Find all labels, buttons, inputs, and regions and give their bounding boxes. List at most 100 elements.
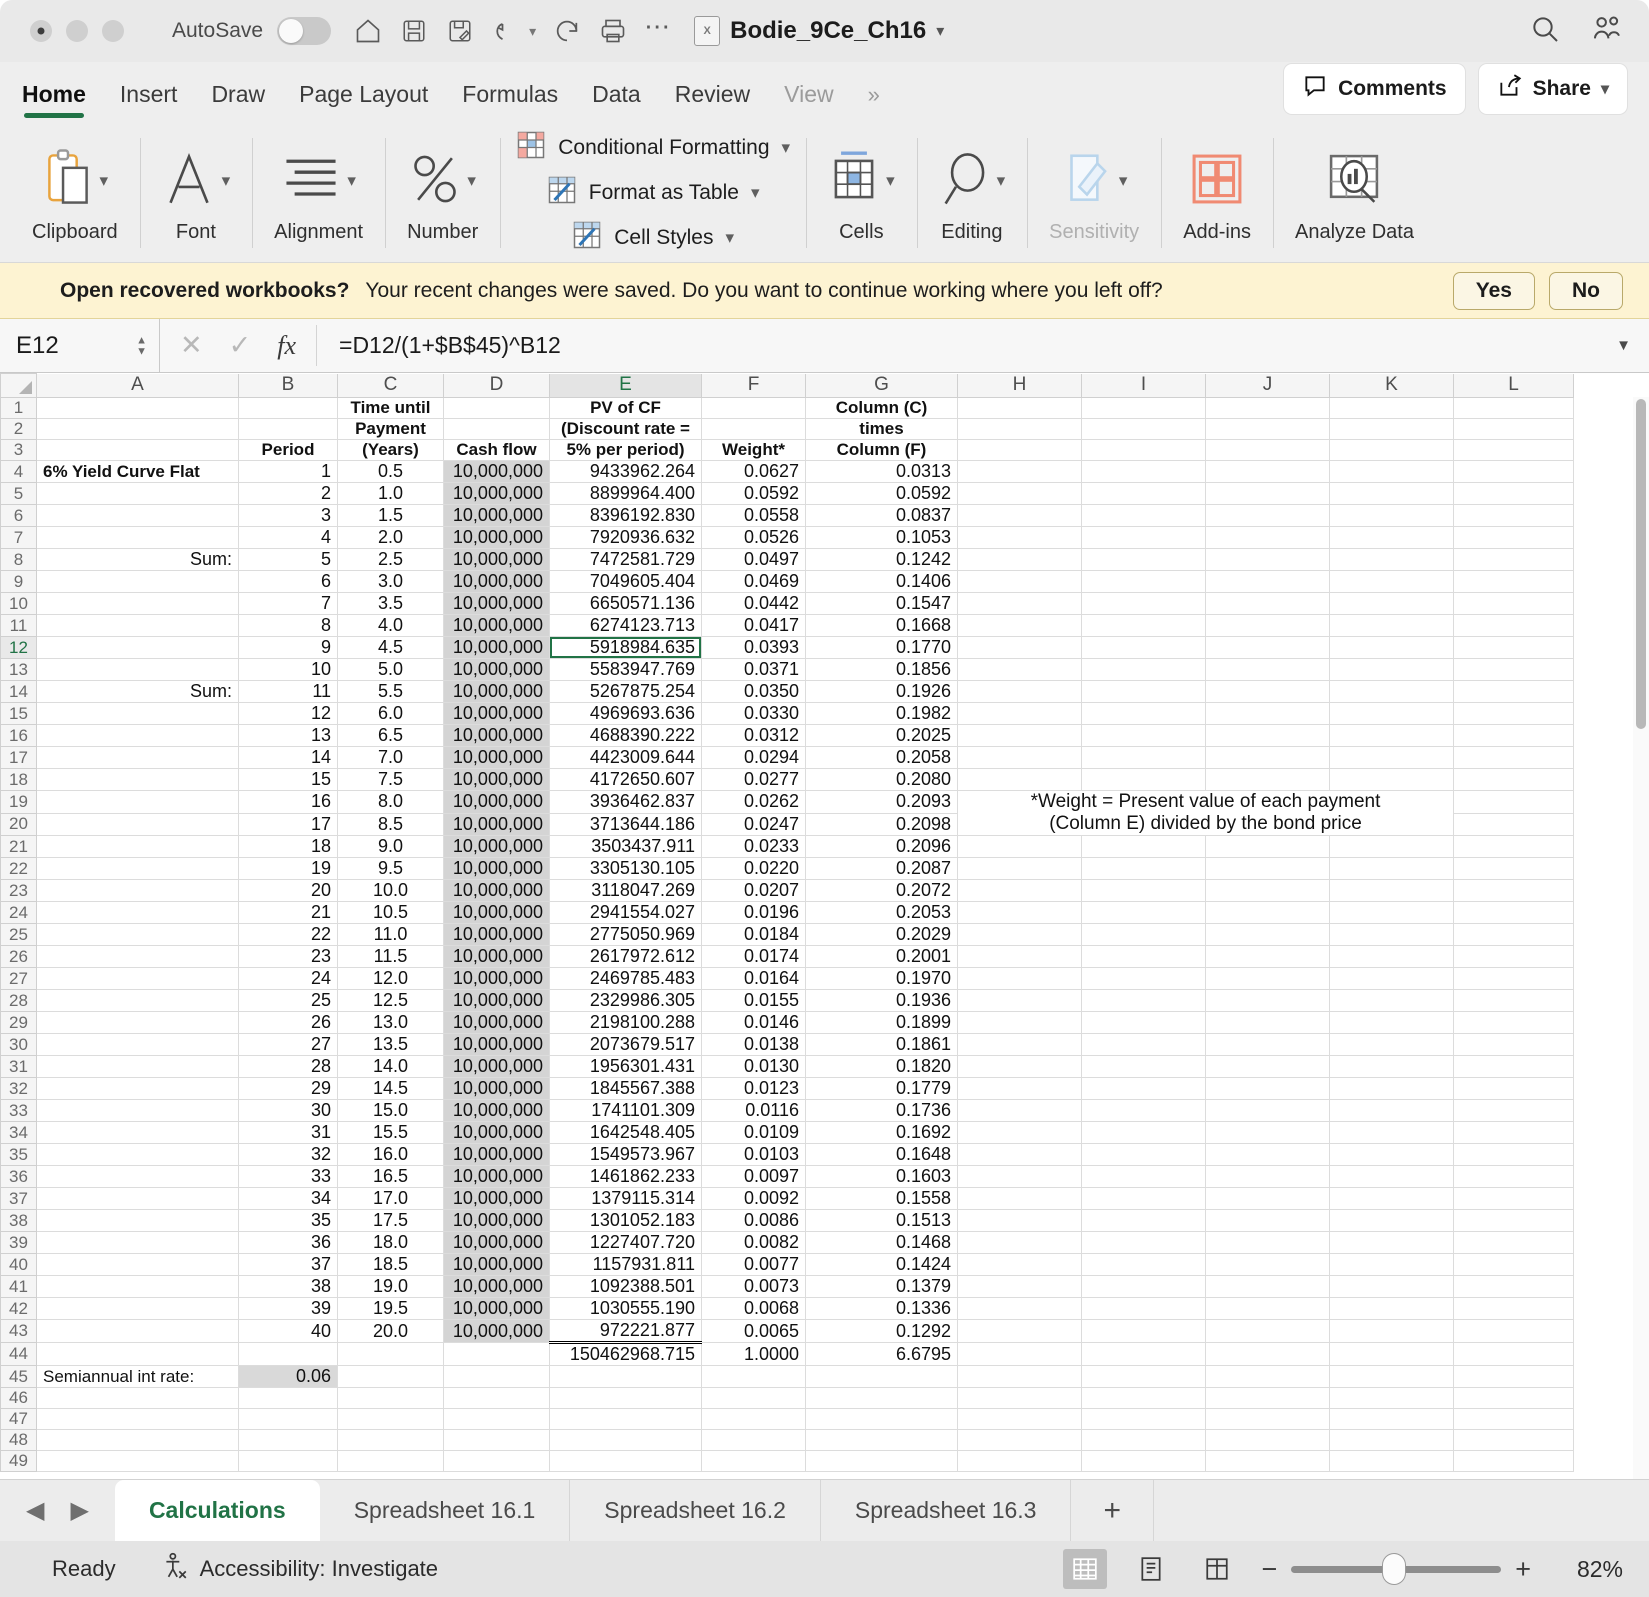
column-header-l[interactable]: L [1453, 373, 1574, 398]
cell-C34[interactable]: 15.5 [337, 1121, 444, 1144]
row-header-29[interactable]: 29 [0, 1011, 37, 1034]
cell-K33[interactable] [1329, 1099, 1454, 1122]
cell-H6[interactable] [957, 504, 1082, 527]
row-header-5[interactable]: 5 [0, 482, 37, 505]
row-header-12[interactable]: 12 [0, 636, 37, 659]
cell-F15[interactable]: 0.0330 [701, 702, 806, 725]
cell-K26[interactable] [1329, 945, 1454, 968]
row-header-20[interactable]: 20 [0, 812, 37, 836]
row-header-39[interactable]: 39 [0, 1231, 37, 1254]
cell-F48[interactable] [701, 1429, 806, 1451]
cell-G47[interactable] [805, 1408, 958, 1430]
cell-J16[interactable] [1205, 724, 1330, 747]
cell-K2[interactable] [1329, 418, 1454, 440]
cell-L8[interactable] [1453, 548, 1574, 571]
cell-B14[interactable]: 11 [238, 680, 338, 703]
cell-K7[interactable] [1329, 526, 1454, 549]
cell-K21[interactable] [1329, 835, 1454, 858]
chevron-down-icon[interactable]: ▼ [1616, 337, 1649, 354]
header-cell-A2[interactable] [36, 418, 239, 440]
cell-G24[interactable]: 0.2053 [805, 901, 958, 924]
cell-A38[interactable] [36, 1209, 239, 1232]
cell-L17[interactable] [1453, 746, 1574, 769]
cell-H33[interactable] [957, 1099, 1082, 1122]
row-header-37[interactable]: 37 [0, 1187, 37, 1210]
cell-B9[interactable]: 6 [238, 570, 338, 593]
cell-G44[interactable]: 6.6795 [805, 1342, 958, 1366]
cell-B16[interactable]: 13 [238, 724, 338, 747]
cell-B35[interactable]: 32 [238, 1143, 338, 1166]
recovery-no-button[interactable]: No [1549, 271, 1623, 310]
cell-H3[interactable] [957, 439, 1082, 461]
cell-G33[interactable]: 0.1736 [805, 1099, 958, 1122]
home-icon[interactable] [353, 16, 383, 46]
cell-F14[interactable]: 0.0350 [701, 680, 806, 703]
cell-E21[interactable]: 3503437.911 [549, 835, 702, 858]
cell-I30[interactable] [1081, 1033, 1206, 1056]
cell-B41[interactable]: 38 [238, 1275, 338, 1298]
cell-I4[interactable] [1081, 460, 1206, 483]
cell-L15[interactable] [1453, 702, 1574, 725]
cell-L30[interactable] [1453, 1033, 1574, 1056]
cell-A9[interactable] [36, 570, 239, 593]
cell-I26[interactable] [1081, 945, 1206, 968]
cell-E36[interactable]: 1461862.233 [549, 1165, 702, 1188]
cell-L48[interactable] [1453, 1429, 1574, 1451]
cell-K18[interactable] [1329, 768, 1454, 791]
header-cell-G2[interactable]: times [805, 418, 958, 440]
cell-A33[interactable] [36, 1099, 239, 1122]
cell-K17[interactable] [1329, 746, 1454, 769]
cell-E48[interactable] [549, 1429, 702, 1451]
cell-I43[interactable] [1081, 1319, 1206, 1343]
print-icon[interactable] [598, 16, 628, 46]
select-all-corner[interactable] [0, 373, 37, 398]
cancel-icon[interactable]: ✕ [180, 330, 203, 361]
cell-I31[interactable] [1081, 1055, 1206, 1078]
cell-J1[interactable] [1205, 397, 1330, 419]
cell-E20[interactable]: 3713644.186 [549, 812, 702, 836]
cell-L43[interactable] [1453, 1319, 1574, 1343]
cell-D25[interactable]: 10,000,000 [443, 923, 550, 946]
cell-B22[interactable]: 19 [238, 857, 338, 880]
cell-F39[interactable]: 0.0082 [701, 1231, 806, 1254]
cell-E29[interactable]: 2198100.288 [549, 1011, 702, 1034]
cell-H28[interactable] [957, 989, 1082, 1012]
cell-G39[interactable]: 0.1468 [805, 1231, 958, 1254]
cell-D36[interactable]: 10,000,000 [443, 1165, 550, 1188]
cell-A20[interactable] [36, 812, 239, 836]
cell-C29[interactable]: 13.0 [337, 1011, 444, 1034]
cell-J6[interactable] [1205, 504, 1330, 527]
cell-I34[interactable] [1081, 1121, 1206, 1144]
font-dropdown-icon[interactable]: ▾ [222, 171, 231, 191]
cell-A34[interactable] [36, 1121, 239, 1144]
cell-G40[interactable]: 0.1424 [805, 1253, 958, 1276]
cell-A27[interactable] [36, 967, 239, 990]
cell-D44[interactable] [443, 1342, 550, 1366]
cell-I41[interactable] [1081, 1275, 1206, 1298]
cell-H31[interactable] [957, 1055, 1082, 1078]
cell-J28[interactable] [1205, 989, 1330, 1012]
cell-A40[interactable] [36, 1253, 239, 1276]
cell-D40[interactable]: 10,000,000 [443, 1253, 550, 1276]
cell-C14[interactable]: 5.5 [337, 680, 444, 703]
cell-J35[interactable] [1205, 1143, 1330, 1166]
cell-G25[interactable]: 0.2029 [805, 923, 958, 946]
cell-I27[interactable] [1081, 967, 1206, 990]
cell-I35[interactable] [1081, 1143, 1206, 1166]
zoom-out-button[interactable]: − [1261, 1554, 1277, 1585]
cell-D43[interactable]: 10,000,000 [443, 1319, 550, 1343]
cell-D4[interactable]: 10,000,000 [443, 460, 550, 483]
cell-L35[interactable] [1453, 1143, 1574, 1166]
cell-C19[interactable]: 8.0 [337, 790, 444, 814]
cell-L31[interactable] [1453, 1055, 1574, 1078]
cell-D31[interactable]: 10,000,000 [443, 1055, 550, 1078]
cell-L39[interactable] [1453, 1231, 1574, 1254]
cell-G36[interactable]: 0.1603 [805, 1165, 958, 1188]
cell-E17[interactable]: 4423009.644 [549, 746, 702, 769]
cell-J31[interactable] [1205, 1055, 1330, 1078]
cell-I15[interactable] [1081, 702, 1206, 725]
cell-L2[interactable] [1453, 418, 1574, 440]
cell-C26[interactable]: 11.5 [337, 945, 444, 968]
cell-L41[interactable] [1453, 1275, 1574, 1298]
cell-B23[interactable]: 20 [238, 879, 338, 902]
